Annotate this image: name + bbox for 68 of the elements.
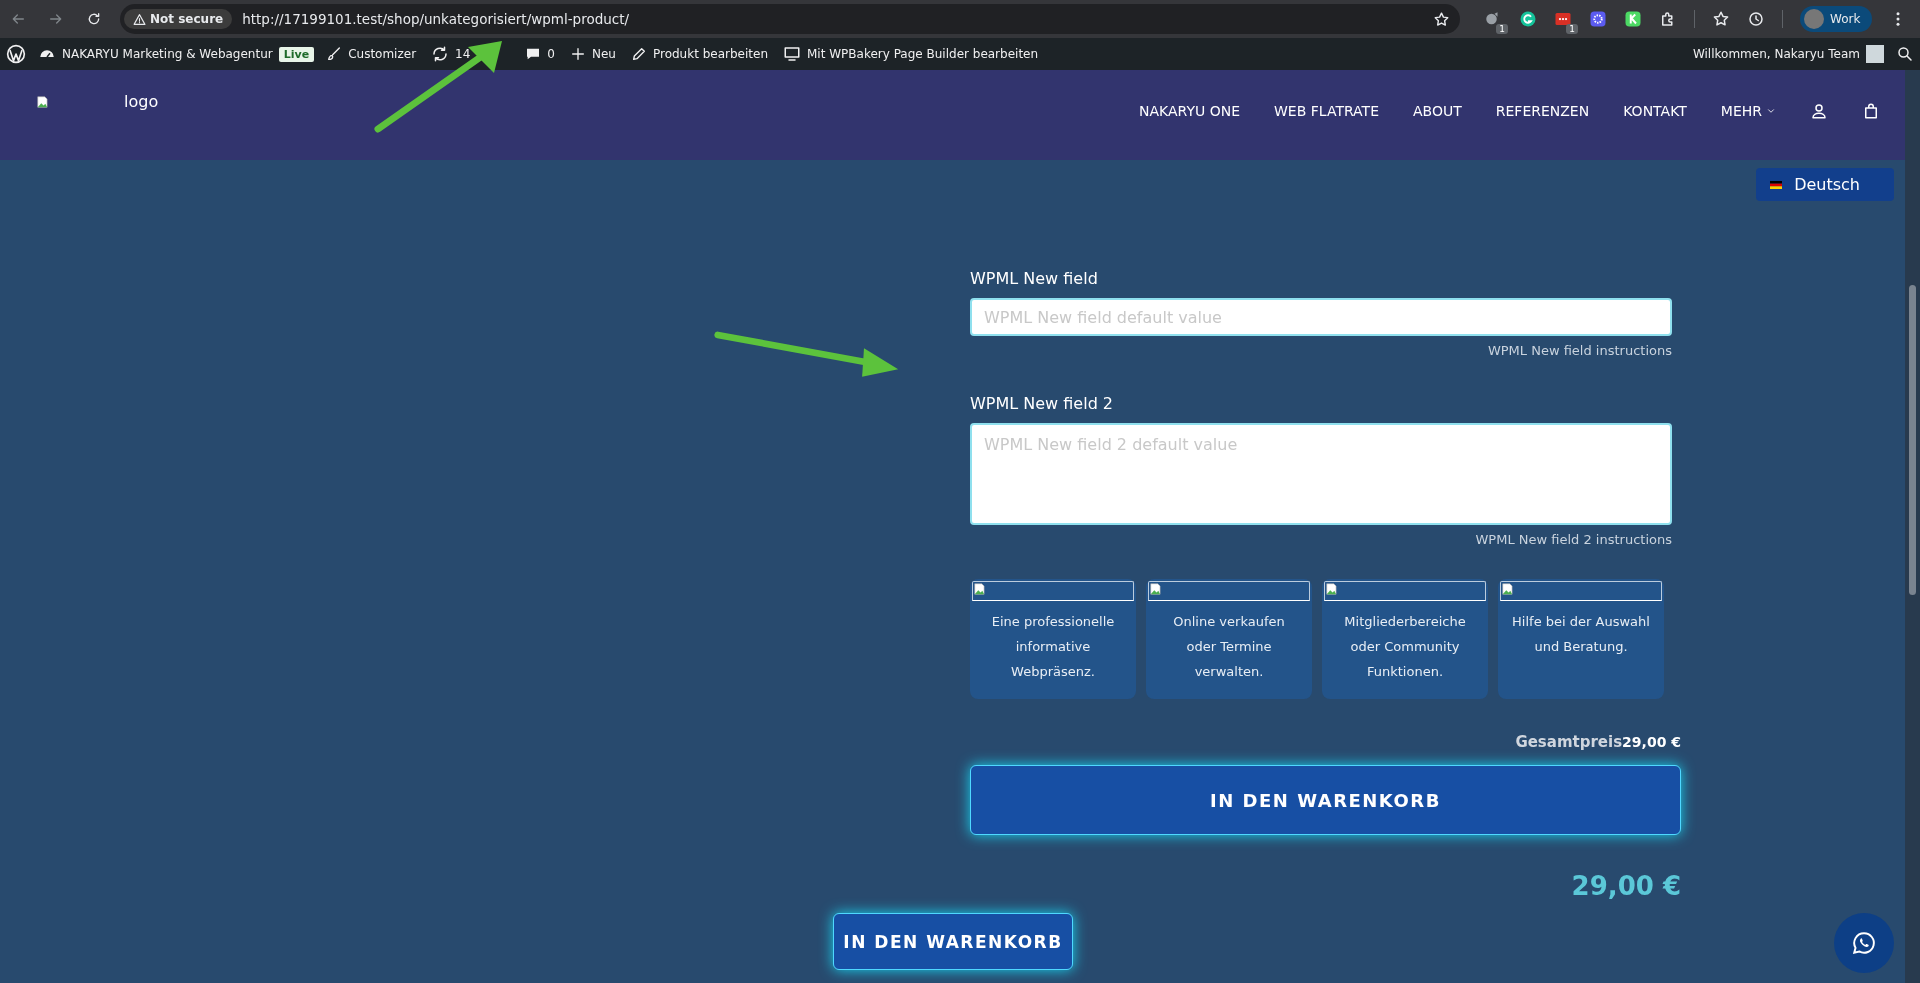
comment-icon	[525, 46, 542, 62]
product-price: 29,00 €	[1571, 871, 1681, 901]
toolbar-link[interactable]: Customizer	[323, 46, 420, 62]
url-text: http://17199101.test/shop/unkategorisiert/wpml-product/	[242, 11, 630, 27]
chat-button[interactable]	[1834, 913, 1894, 973]
brush-icon	[326, 46, 343, 62]
warning-icon	[133, 12, 146, 26]
card-text: Hilfe bei der Auswahl und Beratung.	[1511, 613, 1651, 656]
flag-icon	[1768, 178, 1785, 191]
bookmark-star-icon[interactable]	[1433, 10, 1450, 28]
broken-image-icon	[1325, 582, 1339, 596]
address-bar[interactable]: Not secure http://17199101.test/shop/unkategorisiert/wpml-product/	[120, 4, 1460, 34]
nav-link[interactable]: REFERENZEN	[1495, 103, 1590, 119]
nav-link[interactable]: WEB FLATRATE	[1274, 103, 1379, 119]
count-badge: 1	[1496, 24, 1508, 34]
add-to-cart-button[interactable]: IN DEN WARENKORB	[970, 765, 1681, 835]
logo-alt-text: logo	[124, 92, 159, 111]
toolbar-link[interactable]: Neu	[567, 46, 619, 62]
scrollbar[interactable]	[1905, 70, 1920, 983]
chat-icon	[1851, 930, 1877, 956]
field-label: WPML New field 2	[970, 394, 1115, 413]
nav-link[interactable]: ABOUT	[1413, 103, 1462, 119]
refresh-icon	[431, 45, 450, 63]
nav-link[interactable]: KONTAKT	[1623, 103, 1687, 119]
broken-image-icon	[36, 94, 50, 109]
extension-icon[interactable]	[1589, 10, 1607, 28]
forward-icon[interactable]	[48, 11, 64, 27]
user-icon[interactable]	[1810, 102, 1828, 120]
toolbar-link[interactable]: 0	[522, 46, 558, 62]
total-value: 29,00 €	[1622, 734, 1681, 750]
extension-icon[interactable]	[1554, 10, 1572, 28]
back-icon[interactable]	[10, 11, 26, 27]
toolbar-link[interactable]: Produkt bearbeiten	[627, 46, 771, 62]
field-label: WPML New field	[970, 269, 1099, 288]
avatar	[1804, 9, 1824, 29]
profile-button[interactable]: Work	[1800, 6, 1873, 32]
account-link[interactable]: Willkommen, Nakaryu Team	[1689, 45, 1887, 63]
wordpress-icon[interactable]	[6, 44, 26, 64]
pencil-icon	[630, 46, 647, 62]
broken-image-icon	[1501, 582, 1515, 596]
card-text: Mitgliederbereiche oder Community Funktionen.	[1343, 613, 1467, 681]
avatar	[1866, 45, 1884, 63]
toolbar-link[interactable]: Mit WPBakery Page Builder bearbeiten	[780, 45, 1042, 63]
reading-list-icon[interactable]	[1712, 10, 1730, 28]
toolbar-link[interactable]: 14	[428, 45, 474, 63]
field-instructions: WPML New field instructions	[1487, 343, 1672, 358]
add-to-cart-button[interactable]: IN DEN WARENKORB	[833, 913, 1073, 970]
total-label: Gesamtpreis	[1515, 733, 1623, 751]
language-switcher[interactable]: Deutsch	[1756, 168, 1894, 201]
search-icon[interactable]	[1896, 45, 1914, 63]
shopping-bag-icon[interactable]	[1862, 102, 1880, 120]
monitor-icon	[783, 45, 801, 63]
nav-link[interactable]: NAKARYU ONE	[1139, 103, 1240, 119]
live-badge: Live	[278, 46, 315, 62]
nav-link[interactable]: MEHR	[1720, 103, 1776, 119]
reload-icon[interactable]	[86, 11, 102, 27]
plus-icon	[570, 46, 586, 62]
card-text: Online verkaufen oder Termine verwalten.	[1172, 613, 1286, 681]
extension-icon[interactable]	[1624, 10, 1642, 28]
field-instructions: WPML New field 2 instructions	[1475, 532, 1672, 547]
extension-icon[interactable]	[1519, 10, 1537, 28]
broken-image-icon	[973, 582, 987, 596]
security-chip[interactable]: Not secure	[124, 9, 233, 29]
site-link[interactable]: NAKARYU Marketing & Webagentur	[35, 45, 276, 63]
broken-image-icon	[1149, 582, 1163, 596]
card-text: Eine professionelle informative Webpräsenz.	[990, 613, 1116, 681]
history-icon[interactable]	[1747, 10, 1765, 28]
count-badge: 1	[1566, 24, 1578, 34]
